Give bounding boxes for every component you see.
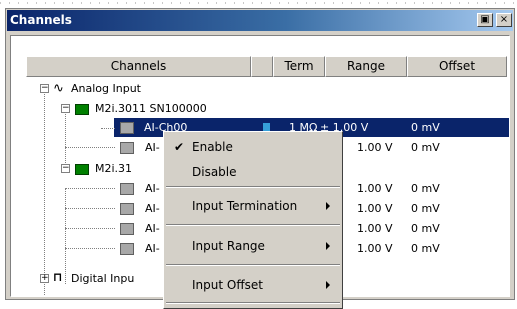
channel-icon <box>120 183 134 195</box>
context-menu: ✔ Enable Disable Input Termination Input… <box>163 131 343 309</box>
channel-icon <box>120 203 134 215</box>
column-header-channels[interactable]: Channels <box>26 56 251 77</box>
tree-line <box>65 147 115 148</box>
column-header-blank[interactable] <box>251 56 273 77</box>
tree-line <box>65 228 115 229</box>
menu-item-input-termination[interactable]: Input Termination <box>164 195 342 217</box>
card-icon <box>75 164 89 175</box>
tree-line <box>65 188 115 189</box>
menu-item-disable[interactable]: Disable <box>164 161 342 183</box>
pin-icon[interactable]: ▣ <box>477 13 493 27</box>
tree-item-analog-input[interactable]: − ∿ Analog Input <box>11 79 509 99</box>
tree-line <box>65 248 115 249</box>
collapse-icon[interactable]: − <box>40 84 49 93</box>
menu-separator <box>166 302 340 304</box>
screen: Channels ▣ × Channels Term Range Offset … <box>0 0 517 309</box>
card-icon <box>75 104 89 115</box>
menu-item-input-range[interactable]: Input Range <box>164 235 342 257</box>
menu-separator <box>166 264 340 266</box>
tree-line <box>65 208 115 209</box>
expand-icon[interactable]: + <box>40 274 49 283</box>
dotted-divider <box>0 2 517 4</box>
device1-label: M2i.3011 SN100000 <box>95 102 207 115</box>
title-bar[interactable]: Channels ▣ × <box>7 10 513 31</box>
menu-separator <box>166 224 340 226</box>
digital-signal-icon: ⊓ <box>53 270 63 284</box>
close-icon[interactable]: × <box>496 13 512 27</box>
analog-wave-icon: ∿ <box>53 81 64 96</box>
channel-icon <box>120 122 134 134</box>
channel-icon <box>120 142 134 154</box>
tree-item-device1[interactable]: − M2i.3011 SN100000 <box>11 99 509 119</box>
submenu-arrow-icon <box>326 242 330 250</box>
check-icon: ✔ <box>174 140 185 154</box>
channel-icon <box>120 223 134 235</box>
column-header-term[interactable]: Term <box>273 56 325 77</box>
column-header-range[interactable]: Range <box>325 56 407 77</box>
menu-separator <box>166 186 340 188</box>
window-title: Channels <box>10 13 72 27</box>
tree-line <box>101 128 115 129</box>
submenu-arrow-icon <box>326 281 330 289</box>
collapse-icon[interactable]: − <box>61 164 70 173</box>
column-header-offset[interactable]: Offset <box>407 56 507 77</box>
analog-input-label: Analog Input <box>71 82 141 95</box>
menu-item-enable[interactable]: ✔ Enable <box>164 136 342 158</box>
menu-item-input-offset[interactable]: Input Offset <box>164 274 342 296</box>
channel-icon <box>120 243 134 255</box>
submenu-arrow-icon <box>326 202 330 210</box>
collapse-icon[interactable]: − <box>61 104 70 113</box>
